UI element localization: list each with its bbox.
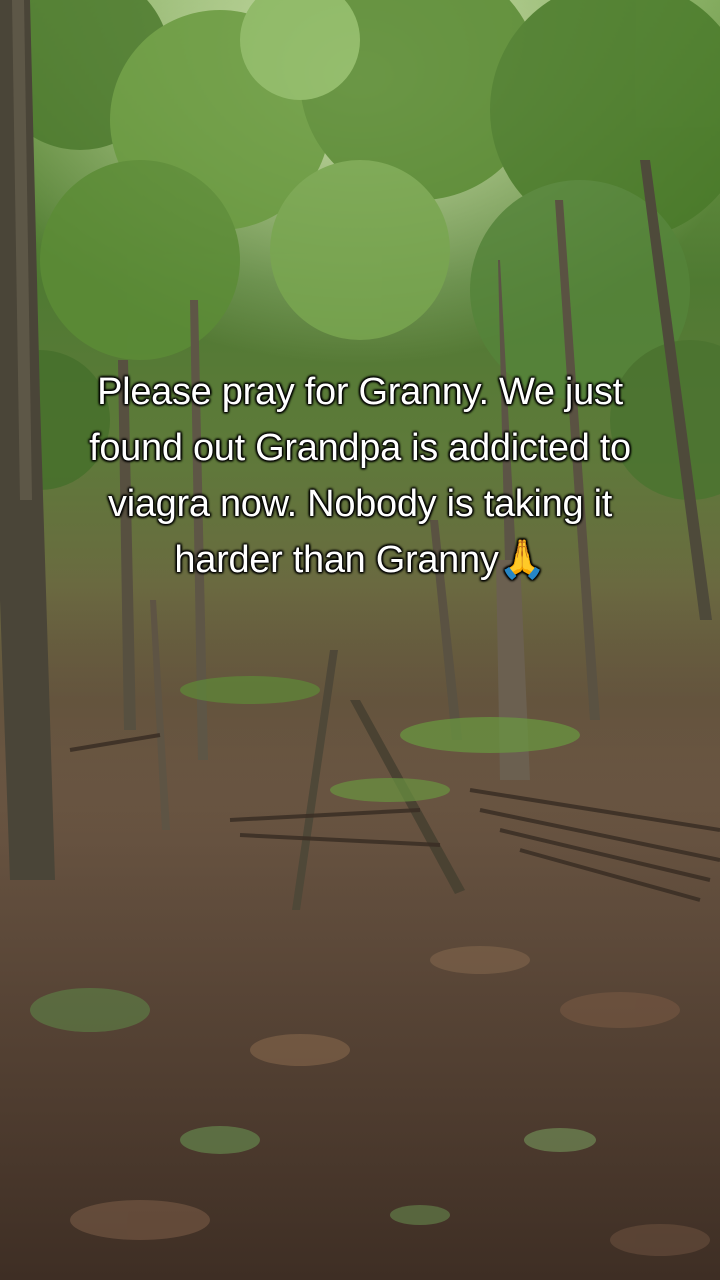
forest-floor [0, 560, 720, 1280]
forest-scene-art [0, 0, 720, 1280]
caption-text: Please pray for Granny. We just found ou… [89, 371, 631, 581]
forest-photo: Please pray for Granny. We just found ou… [0, 0, 720, 1280]
